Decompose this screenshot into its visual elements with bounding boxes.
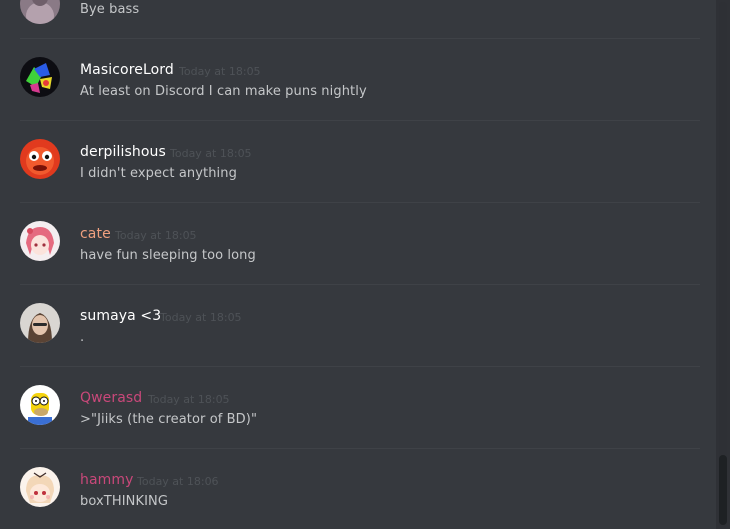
user-avatar[interactable]: [20, 385, 60, 425]
message-content: boxTHINKING: [80, 494, 169, 509]
message-username[interactable]: MasicoreLord: [80, 62, 174, 78]
message-username[interactable]: cate: [80, 226, 111, 242]
scrollbar-track-inner: [719, 2, 727, 527]
message-timestamp: Today at 18:05: [115, 229, 197, 242]
scrollbar-thumb[interactable]: [719, 455, 727, 525]
message-username[interactable]: sumaya <3: [80, 308, 161, 324]
message-username[interactable]: hammy: [80, 472, 134, 488]
message-item: cate Today at 18:05 have fun sleeping to…: [0, 203, 716, 285]
message-item: sumaya <3 Today at 18:05 .: [0, 285, 716, 367]
message-username[interactable]: Qwerasd: [80, 390, 142, 406]
message-content: have fun sleeping too long: [80, 248, 256, 263]
user-avatar[interactable]: [20, 467, 60, 507]
message-item: hammy Today at 18:06 boxTHINKING: [0, 449, 716, 529]
chat-messages: Bye bass MasicoreLord Today at 18:05 At …: [0, 0, 730, 529]
user-avatar[interactable]: [20, 139, 60, 179]
message-timestamp: Today at 18:05: [160, 311, 242, 324]
message-content: Bye bass: [80, 2, 140, 17]
message-content: At least on Discord I can make puns nigh…: [80, 84, 367, 99]
message-item: derpilishous Today at 18:05 I didn't exp…: [0, 121, 716, 203]
user-avatar[interactable]: [20, 303, 60, 343]
user-avatar[interactable]: [20, 0, 60, 24]
message-content: >"Jiiks (the creator of BD)": [80, 412, 258, 427]
message-timestamp: Today at 18:05: [148, 393, 230, 406]
user-avatar[interactable]: [20, 221, 60, 261]
message-content: .: [80, 330, 85, 345]
message-timestamp: Today at 18:06: [137, 475, 219, 488]
message-timestamp: Today at 18:05: [179, 65, 261, 78]
message-timestamp: Today at 18:05: [170, 147, 252, 160]
message-username[interactable]: derpilishous: [80, 144, 166, 160]
message-item: Bye bass: [0, 0, 716, 24]
message-content: I didn't expect anything: [80, 166, 237, 181]
user-avatar[interactable]: [20, 57, 60, 97]
message-item: MasicoreLord Today at 18:05 At least on …: [0, 39, 716, 121]
message-item: Qwerasd Today at 18:05 >"Jiiks (the crea…: [0, 367, 716, 449]
